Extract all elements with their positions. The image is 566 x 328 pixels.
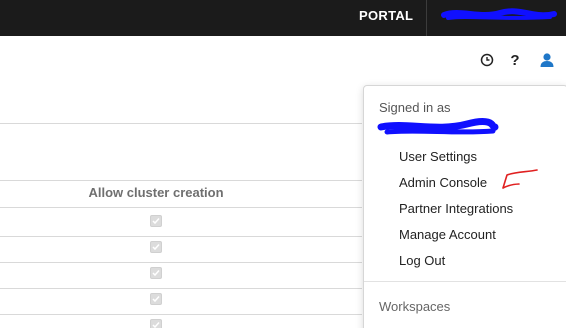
table-header-top-border: [0, 180, 362, 181]
redacted-username-scribble: [377, 118, 499, 135]
menu-item-admin-console[interactable]: Admin Console: [399, 175, 487, 190]
allow-cluster-checkbox[interactable]: [150, 215, 162, 227]
menu-item-user-settings[interactable]: User Settings: [399, 149, 477, 164]
allow-cluster-checkbox[interactable]: [150, 241, 162, 253]
clock-icon[interactable]: [478, 50, 496, 70]
menu-item-partner-integrations[interactable]: Partner Integrations: [399, 201, 513, 216]
table-row-border: [0, 288, 362, 289]
column-header-allow-cluster-creation: Allow cluster creation: [88, 185, 224, 200]
help-icon[interactable]: ?: [506, 50, 524, 70]
topbar-divider: [426, 0, 427, 36]
user-icon[interactable]: [538, 50, 556, 70]
allow-cluster-checkbox[interactable]: [150, 293, 162, 305]
table-row-border: [0, 314, 362, 315]
table-row-border: [0, 262, 362, 263]
portal-link[interactable]: PORTAL: [359, 8, 413, 23]
workspaces-section-label: Workspaces: [379, 299, 451, 314]
redacted-email-scribble: [441, 8, 557, 20]
allow-cluster-checkbox[interactable]: [150, 267, 162, 279]
menu-item-manage-account[interactable]: Manage Account: [399, 227, 496, 242]
allow-cluster-checkbox[interactable]: [150, 319, 162, 328]
signed-in-label: Signed in as: [379, 100, 451, 115]
table-top-border: [0, 123, 362, 124]
red-annotation-arrow: [502, 169, 538, 189]
menu-item-log-out[interactable]: Log Out: [399, 253, 445, 268]
table-header-bottom-border: [0, 207, 362, 208]
permissions-table: Allow cluster creation: [0, 123, 362, 328]
top-bar: PORTAL: [0, 0, 566, 36]
table-row-border: [0, 236, 362, 237]
user-dropdown-menu: Signed in as User Settings Admin Console…: [363, 85, 566, 328]
menu-divider: [364, 281, 566, 282]
